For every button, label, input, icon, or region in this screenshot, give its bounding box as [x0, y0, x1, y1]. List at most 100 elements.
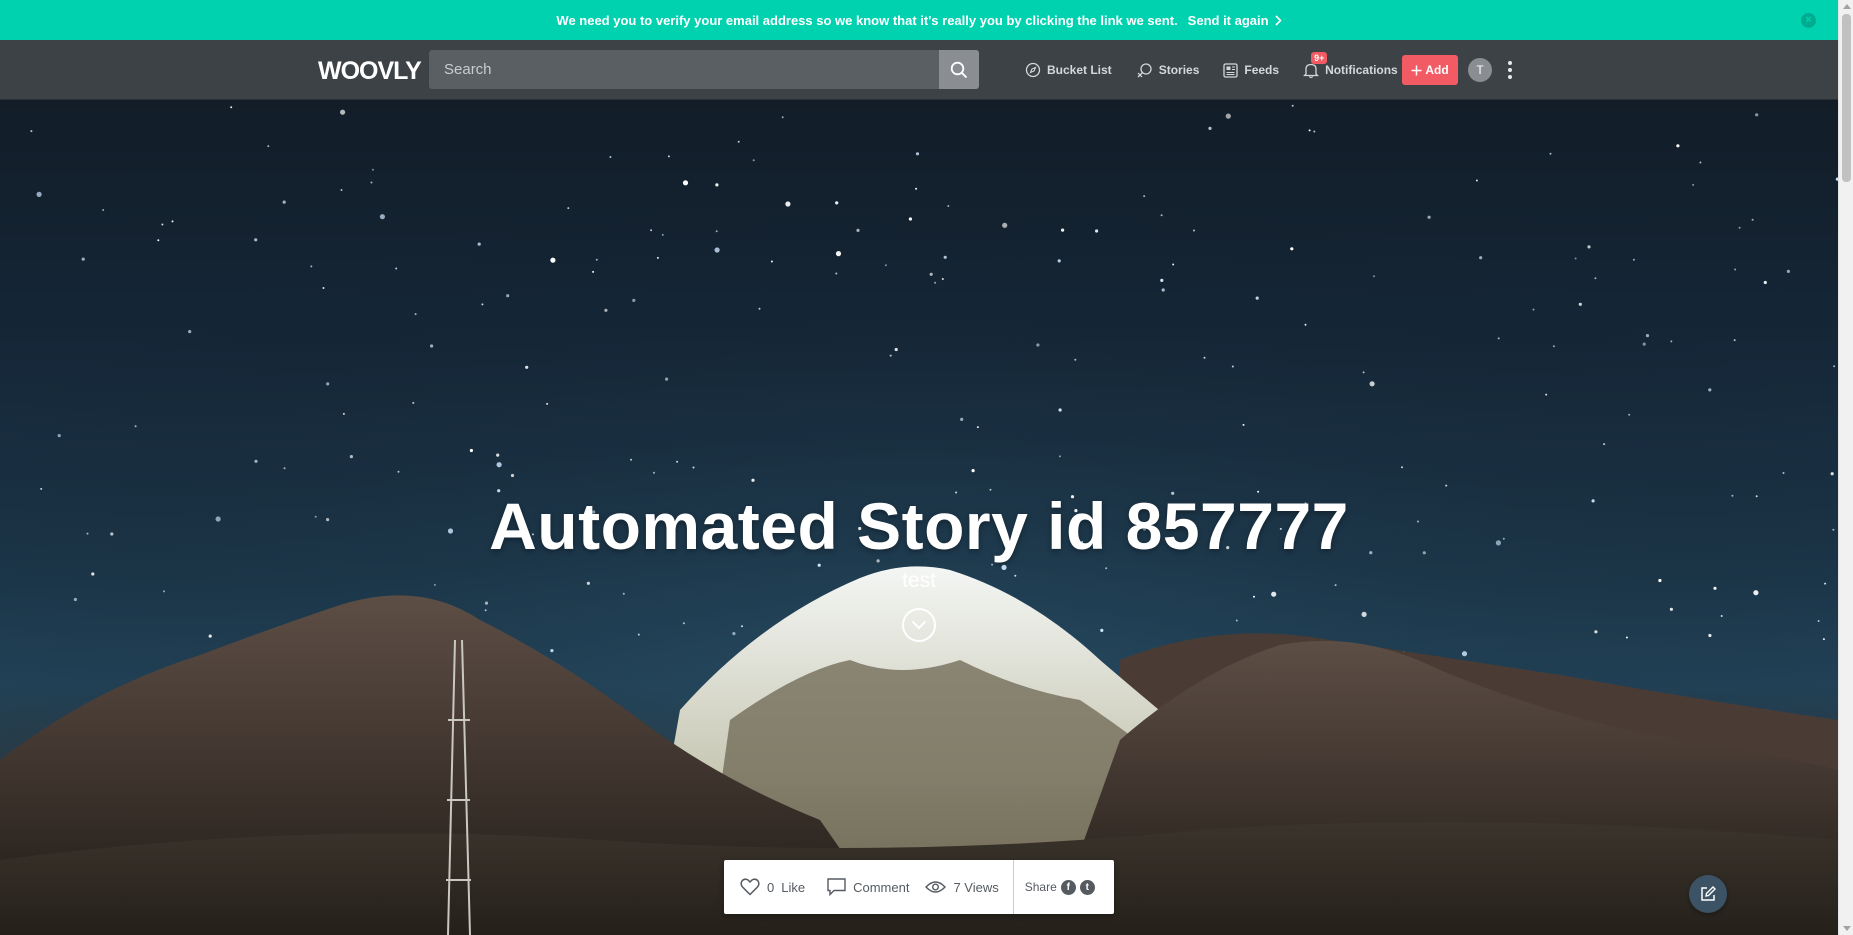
scroll-down-button[interactable]	[902, 608, 936, 642]
star	[609, 156, 612, 158]
star	[525, 365, 529, 369]
star	[758, 307, 761, 310]
star	[929, 272, 933, 276]
star	[751, 478, 755, 482]
star	[650, 229, 653, 232]
facebook-share-button[interactable]: f	[1060, 879, 1076, 895]
star	[326, 382, 330, 386]
nav-bucket-list[interactable]: Bucket List	[1025, 62, 1112, 78]
woovly-logo[interactable]: WOOVLY	[318, 57, 422, 86]
search-input[interactable]	[429, 50, 939, 89]
star	[1061, 228, 1065, 232]
star	[770, 260, 773, 263]
star	[1445, 484, 1448, 487]
compass-icon	[1025, 62, 1041, 78]
star	[1708, 388, 1712, 392]
star	[1058, 408, 1062, 412]
star	[1231, 365, 1234, 368]
star	[1552, 345, 1555, 348]
star	[1290, 247, 1294, 251]
star	[1603, 443, 1606, 446]
facebook-icon: f	[1066, 881, 1070, 893]
views-label: 7 Views	[953, 879, 999, 895]
star	[1670, 340, 1673, 343]
star	[715, 183, 719, 187]
nav-notifications[interactable]: 9+ Notifications	[1303, 51, 1398, 79]
star	[661, 233, 664, 236]
star	[36, 191, 42, 197]
twitter-icon: t	[1085, 881, 1089, 893]
add-button[interactable]: Add	[1402, 55, 1458, 85]
star	[630, 458, 633, 461]
star	[1401, 466, 1403, 469]
star	[430, 344, 434, 348]
eye-icon	[925, 881, 947, 893]
heart-icon	[740, 878, 760, 896]
star	[715, 230, 718, 233]
star	[1002, 222, 1008, 228]
more-options-button[interactable]	[1505, 59, 1515, 81]
send-again-label: Send it again	[1187, 12, 1269, 28]
star	[254, 238, 258, 242]
star	[1751, 218, 1754, 221]
star	[1763, 280, 1767, 285]
star	[340, 109, 346, 115]
star	[550, 649, 554, 653]
star	[349, 455, 353, 459]
star	[1692, 183, 1695, 186]
scroll-up-arrow[interactable]	[1843, 4, 1851, 9]
story-action-bar: 0 Like Comment 7 Views Share f t	[724, 860, 1114, 914]
star	[667, 155, 670, 158]
star	[1172, 263, 1175, 266]
comment-button[interactable]: Comment	[827, 860, 909, 914]
star	[976, 426, 979, 429]
page-scrollbar[interactable]	[1838, 0, 1853, 935]
star	[412, 401, 415, 404]
add-button-label: Add	[1425, 63, 1449, 77]
star	[1830, 472, 1834, 476]
star	[908, 217, 913, 221]
star	[714, 247, 720, 253]
star	[1193, 229, 1195, 232]
like-count: 0	[767, 879, 775, 895]
star	[1369, 381, 1375, 387]
nav-feeds[interactable]: Feeds	[1223, 62, 1279, 78]
star	[637, 633, 640, 636]
twitter-share-button[interactable]: t	[1079, 879, 1095, 895]
star	[1733, 339, 1736, 342]
star	[692, 466, 695, 469]
star	[30, 130, 33, 133]
star	[947, 205, 950, 207]
star	[342, 412, 345, 415]
star	[1100, 628, 1104, 633]
top-navbar: WOOVLY Bucket List	[0, 40, 1838, 100]
star	[484, 601, 489, 605]
star	[397, 470, 400, 473]
star	[604, 308, 608, 312]
like-button[interactable]: 0 Like	[740, 860, 805, 914]
scrollbar-thumb[interactable]	[1842, 14, 1851, 182]
search-button[interactable]	[939, 50, 979, 89]
star	[1036, 343, 1040, 347]
star	[230, 106, 233, 109]
edit-story-button[interactable]	[1689, 875, 1727, 913]
star	[1225, 113, 1231, 119]
star	[496, 453, 500, 457]
send-again-link[interactable]: Send it again	[1188, 13, 1282, 28]
star	[1782, 472, 1785, 474]
user-avatar[interactable]: T	[1468, 58, 1492, 82]
close-banner-button[interactable]: ×	[1801, 13, 1816, 28]
star	[1642, 342, 1646, 346]
scroll-down-arrow[interactable]	[1843, 926, 1851, 931]
more-dot	[1508, 61, 1512, 65]
share-divider	[1012, 860, 1014, 914]
star	[1308, 129, 1311, 132]
star	[676, 460, 679, 463]
star	[322, 287, 325, 289]
star	[481, 303, 484, 306]
star	[915, 152, 920, 156]
star	[1475, 179, 1478, 182]
nav-notifications-label: Notifications	[1325, 63, 1398, 77]
star	[1074, 358, 1077, 361]
nav-stories[interactable]: Stories	[1136, 62, 1199, 79]
